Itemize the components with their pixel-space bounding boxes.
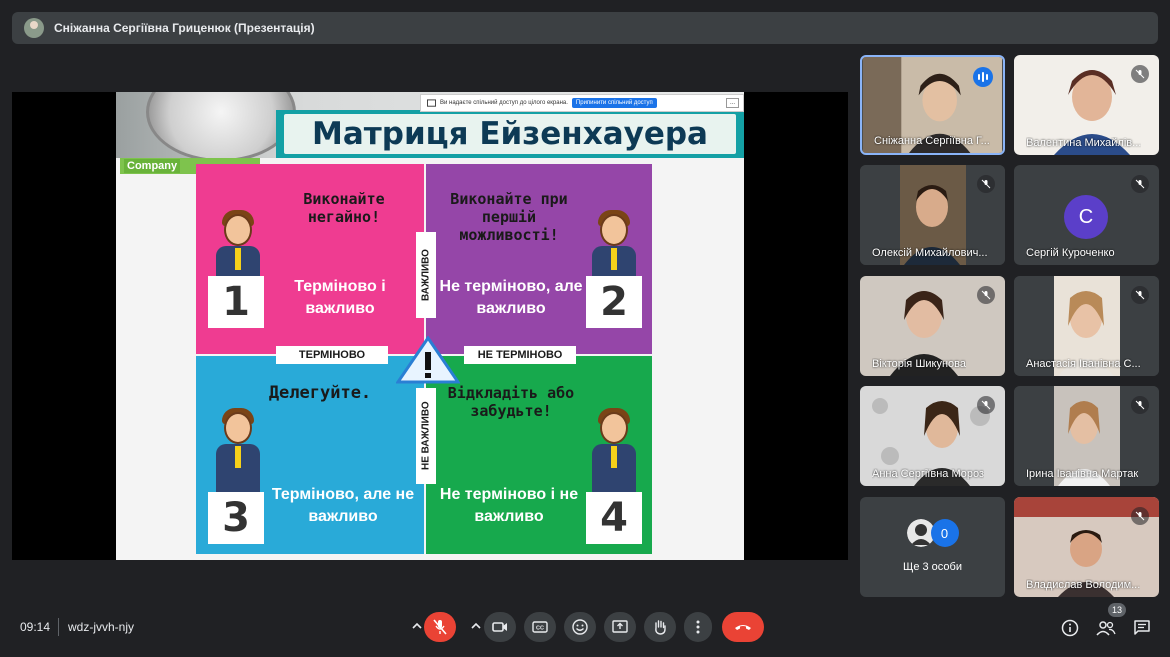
more-participants-tile[interactable]: 0 Ще 3 особи <box>860 497 1005 597</box>
presenter-title: Сніжанна Сергіївна Гриценюк (Презентація… <box>54 21 315 35</box>
chat-button[interactable] <box>1130 616 1154 640</box>
video-options-button[interactable] <box>468 616 484 636</box>
slide-title: Матриця Ейзенхауера <box>312 116 708 152</box>
hand-icon <box>655 620 666 635</box>
presenter-bar: Сніжанна Сергіївна Гриценюк (Презентація… <box>12 12 1158 44</box>
slide-title-band: Матриця Ейзенхауера <box>276 110 744 158</box>
quadrant-3: Делегуйте. 3 Терміново, але не важливо <box>196 356 424 554</box>
participant-name: Владислав Володим... <box>1026 579 1141 591</box>
present-icon <box>612 620 628 633</box>
participant-tile[interactable]: Владислав Володим... <box>1014 497 1159 597</box>
info-icon <box>1061 619 1079 637</box>
quadrant-1-label: Терміново і важливо <box>294 278 386 317</box>
chevron-up-icon <box>471 622 481 629</box>
company-label: Company <box>124 159 181 173</box>
people-count-badge: 13 <box>1108 603 1126 617</box>
more-participants-label: Ще 3 особи <box>903 561 962 573</box>
leave-call-button[interactable] <box>722 612 764 642</box>
mic-off-icon <box>1131 65 1149 83</box>
axis-not-important-arrow: НЕ ВАЖЛИВО <box>416 388 436 484</box>
participant-tile[interactable]: Валентина Михайлів... <box>1014 55 1159 155</box>
avatar: С <box>1064 195 1108 239</box>
divider <box>58 618 59 636</box>
meeting-control-bar: 09:14 wdz-jvvh-njy CC 13 <box>0 600 1170 657</box>
mic-off-icon <box>433 619 447 635</box>
mic-off-icon <box>1131 396 1149 414</box>
axis-important-arrow: ВАЖЛИВО <box>416 232 436 318</box>
quadrant-1: Виконайте негайно! 1 Терміново і важливо <box>196 164 424 354</box>
quadrant-4: Відкладіть або забудьте! Не терміново і … <box>426 356 652 554</box>
participant-tile[interactable]: Сніжанна Сергіївна Г... <box>860 55 1005 155</box>
axis-not-urgent-arrow: НЕ ТЕРМІНОВО <box>464 346 576 364</box>
stop-sharing-button[interactable]: Припинити спільний доступ <box>571 98 657 108</box>
more-options-button[interactable] <box>684 612 712 642</box>
mic-off-icon <box>977 175 995 193</box>
people-icon <box>1096 621 1116 636</box>
boy-figure <box>210 408 266 496</box>
captions-icon: CC <box>532 621 548 633</box>
quadrant-3-heading: Делегуйте. <box>268 383 372 403</box>
quadrant-2-label: Не терміново, але важливо <box>439 278 583 317</box>
camera-icon <box>492 622 507 632</box>
mic-off-icon <box>1131 507 1149 525</box>
emoji-icon <box>572 619 588 635</box>
microphone-toggle-button[interactable] <box>424 612 456 642</box>
warning-icon <box>396 336 460 384</box>
quadrant-3-label: Терміново, але не важливо <box>271 486 415 525</box>
participant-name: Сніжанна Сергіївна Г... <box>874 135 990 147</box>
screen-share-notice: Ви надаєте спільний доступ до цілого екр… <box>420 94 744 112</box>
screen-share-text: Ви надаєте спільний доступ до цілого екр… <box>440 100 568 106</box>
slide: Матриця Ейзенхауера Ви надаєте спільний … <box>116 92 744 560</box>
present-screen-button[interactable] <box>604 612 636 642</box>
participant-tile[interactable]: Вікторія Шикунова <box>860 276 1005 376</box>
mic-off-icon <box>977 286 995 304</box>
quadrant-2-number: 2 <box>586 276 642 328</box>
participant-name: Сергій Куроченко <box>1026 247 1115 259</box>
quadrant-4-number: 4 <box>586 492 642 544</box>
participant-name: Анна Сергіївна Мороз <box>872 468 985 480</box>
quadrant-3-number: 3 <box>208 492 264 544</box>
meeting-time: 09:14 <box>20 620 51 634</box>
mic-off-icon <box>977 396 995 414</box>
screen-share-icon <box>427 98 436 107</box>
chat-icon <box>1134 620 1150 635</box>
chevron-up-icon <box>412 622 422 629</box>
reactions-button[interactable] <box>564 612 596 642</box>
quadrant-2: Виконайте при першій можливості! Не терм… <box>426 164 652 354</box>
boy-figure <box>586 408 642 496</box>
participant-name: Анастасія Іванівна С... <box>1026 358 1141 370</box>
participant-tile[interactable]: С Сергій Куроченко <box>1014 165 1159 265</box>
participant-tile[interactable]: Олексій Михайлович... <box>860 165 1005 265</box>
speaking-indicator-icon <box>973 67 993 87</box>
audio-options-button[interactable] <box>409 616 425 636</box>
participant-name: Олексій Михайлович... <box>872 247 988 259</box>
quadrant-2-heading: Виконайте при першій можливості! <box>450 190 568 244</box>
participant-name: Валентина Михайлів... <box>1026 137 1142 149</box>
participant-tile[interactable]: Ірина Іванівна Мартак <box>1014 386 1159 486</box>
axis-urgent-arrow: ТЕРМІНОВО <box>276 346 388 364</box>
hang-up-icon <box>735 625 751 630</box>
quadrant-1-number: 1 <box>208 276 264 328</box>
participant-name: Ірина Іванівна Мартак <box>1026 468 1139 480</box>
captions-button[interactable]: CC <box>524 612 556 642</box>
meeting-details-button[interactable] <box>1058 616 1082 640</box>
raise-hand-button[interactable] <box>644 612 676 642</box>
presentation-stage: Матриця Ейзенхауера Ви надаєте спільний … <box>12 92 848 560</box>
svg-text:CC: CC <box>536 626 544 632</box>
meeting-code: wdz-jvvh-njy <box>68 620 135 634</box>
participant-tile[interactable]: Анна Сергіївна Мороз <box>860 386 1005 486</box>
quadrant-1-heading: Виконайте негайно! <box>303 190 385 226</box>
quadrant-4-heading: Відкладіть або забудьте! <box>447 384 575 420</box>
hide-share-bar-button[interactable]: ... <box>725 98 739 108</box>
people-button[interactable] <box>1094 616 1118 640</box>
presenter-avatar <box>24 18 44 38</box>
participant-name: Вікторія Шикунова <box>872 358 967 370</box>
participant-tile[interactable]: Анастасія Іванівна С... <box>1014 276 1159 376</box>
more-vert-icon <box>696 620 700 634</box>
more-count-badge: 0 <box>930 519 959 547</box>
mic-off-icon <box>1131 175 1149 193</box>
camera-toggle-button[interactable] <box>484 612 516 642</box>
mic-off-icon <box>1131 286 1149 304</box>
quadrant-4-label: Не терміново і не важливо <box>439 486 579 525</box>
